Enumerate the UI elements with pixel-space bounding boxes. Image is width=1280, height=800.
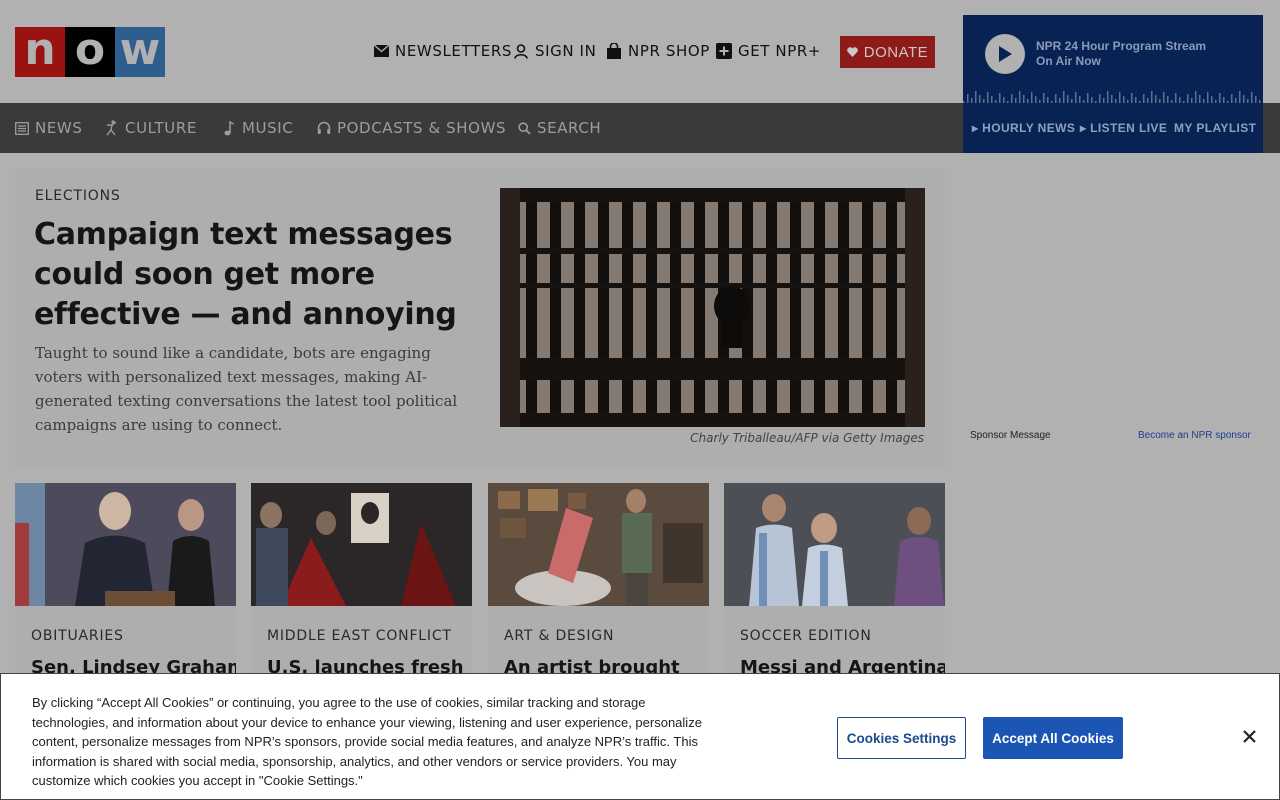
player-title: NPR 24 Hour Program Stream [1036, 39, 1207, 53]
play-button[interactable] [985, 34, 1025, 74]
nav-news[interactable]: NEWS [15, 103, 82, 153]
my-playlist-link[interactable]: MY PLAYLIST [1174, 121, 1256, 135]
nav-podcasts[interactable]: PODCASTS & SHOWS [317, 103, 506, 153]
cookie-notice-text: By clicking “Accept All Cookies” or cont… [32, 695, 702, 788]
newsletters-link[interactable]: NEWSLETTERS [373, 40, 512, 62]
story-kicker[interactable]: SOCCER EDITION [740, 628, 872, 644]
sponsor-message-label: Sponsor Message [970, 430, 1051, 441]
photo-credit: Charly Triballeau/AFP via Getty Images [690, 431, 924, 445]
hero-headline[interactable]: Campaign text messages could soon get mo… [34, 215, 464, 335]
nav-music[interactable]: MUSIC [222, 103, 293, 153]
nav-podcasts-label: PODCASTS & SHOWS [337, 119, 507, 137]
envelope-icon [373, 43, 389, 59]
story-kicker[interactable]: ART & DESIGN [504, 628, 614, 644]
nav-search-label: SEARCH [537, 119, 602, 137]
hero-image-illustration [500, 188, 925, 427]
story-image-illustration [724, 483, 945, 606]
npr-shop-label: NPR SHOP [628, 42, 710, 60]
logo-letter-2: o [65, 27, 115, 77]
story-kicker[interactable]: OBITUARIES [31, 628, 124, 644]
hero-kicker[interactable]: ELECTIONS [35, 188, 121, 204]
story-thumbnail[interactable] [488, 483, 709, 606]
story-image-illustration [488, 483, 709, 606]
sign-in-label: SIGN IN [535, 42, 597, 60]
story-headline[interactable]: U.S. launches fresh [267, 657, 464, 673]
main-nav: NEWS CULTURE MUSIC PODCASTS & SHOWS SEAR… [0, 103, 963, 153]
sign-in-link[interactable]: SIGN IN [513, 40, 596, 62]
logo-letter-1: n [15, 27, 65, 77]
cookie-banner: By clicking “Accept All Cookies” or cont… [0, 673, 1280, 800]
story-kicker[interactable]: MIDDLE EAST CONFLICT [267, 628, 452, 644]
story-image-illustration [15, 483, 236, 606]
play-icon [999, 46, 1012, 62]
player-links: ▸ HOURLY NEWS ▸ LISTEN LIVE MY PLAYLIST [963, 119, 1263, 137]
hero-story[interactable]: ELECTIONS Campaign text messages could s… [15, 168, 945, 468]
story-thumbnail[interactable] [724, 483, 945, 606]
hero-teaser: Taught to sound like a candidate, bots a… [35, 344, 458, 434]
logo-letter-3: w [115, 27, 165, 77]
story-card[interactable]: ART & DESIGN An artist brought [488, 483, 709, 673]
nav-search[interactable]: SEARCH [517, 103, 601, 153]
hero-photo[interactable] [500, 188, 925, 427]
dancer-icon [105, 120, 119, 136]
search-icon [517, 121, 531, 135]
story-headline[interactable]: An artist brought [504, 657, 680, 673]
newsletters-label: NEWSLETTERS [395, 42, 512, 60]
heart-icon [846, 44, 858, 61]
story-headline[interactable]: Sen. Lindsey Graham [31, 657, 236, 673]
music-note-icon [222, 120, 236, 135]
become-sponsor-link[interactable]: Become an NPR sponsor [1138, 430, 1251, 441]
plus-icon [716, 43, 732, 59]
story-card[interactable]: SOCCER EDITION Messi and Argentina [724, 483, 945, 673]
audio-waveform [963, 91, 1261, 103]
story-thumbnail[interactable] [15, 483, 236, 606]
get-npr-plus-link[interactable]: GET NPR+ [716, 40, 821, 62]
newspaper-icon [15, 121, 29, 135]
player-subtitle: On Air Now [1036, 54, 1101, 68]
listen-live-link[interactable]: ▸ LISTEN LIVE [1080, 121, 1167, 135]
story-card[interactable]: OBITUARIES Sen. Lindsey Graham [15, 483, 236, 673]
shopping-bag-icon [606, 43, 622, 59]
get-npr-plus-label: GET NPR+ [738, 42, 822, 60]
donate-label: DONATE [863, 43, 929, 61]
accept-all-cookies-button[interactable]: Accept All Cookies [983, 717, 1123, 759]
user-icon [513, 43, 529, 59]
story-thumbnail[interactable] [251, 483, 472, 606]
story-image-illustration [251, 483, 472, 606]
nav-news-label: NEWS [35, 119, 83, 137]
story-card[interactable]: MIDDLE EAST CONFLICT U.S. launches fresh [251, 483, 472, 673]
donate-button[interactable]: DONATE [840, 36, 935, 68]
npr-logo[interactable]: n o w [15, 27, 165, 77]
close-banner-button[interactable] [1237, 724, 1261, 748]
npr-shop-link[interactable]: NPR SHOP [606, 40, 710, 62]
nav-culture-label: CULTURE [125, 119, 197, 137]
close-icon [1242, 729, 1256, 743]
nav-music-label: MUSIC [242, 119, 294, 137]
headphones-icon [317, 121, 331, 135]
nav-edge [1263, 103, 1280, 153]
hourly-news-link[interactable]: ▸ HOURLY NEWS [972, 121, 1075, 135]
story-headline[interactable]: Messi and Argentina [740, 657, 945, 673]
live-player: NPR 24 Hour Program Stream On Air Now ▸ … [963, 15, 1263, 153]
nav-culture[interactable]: CULTURE [105, 103, 197, 153]
cookies-settings-button[interactable]: Cookies Settings [837, 717, 966, 759]
